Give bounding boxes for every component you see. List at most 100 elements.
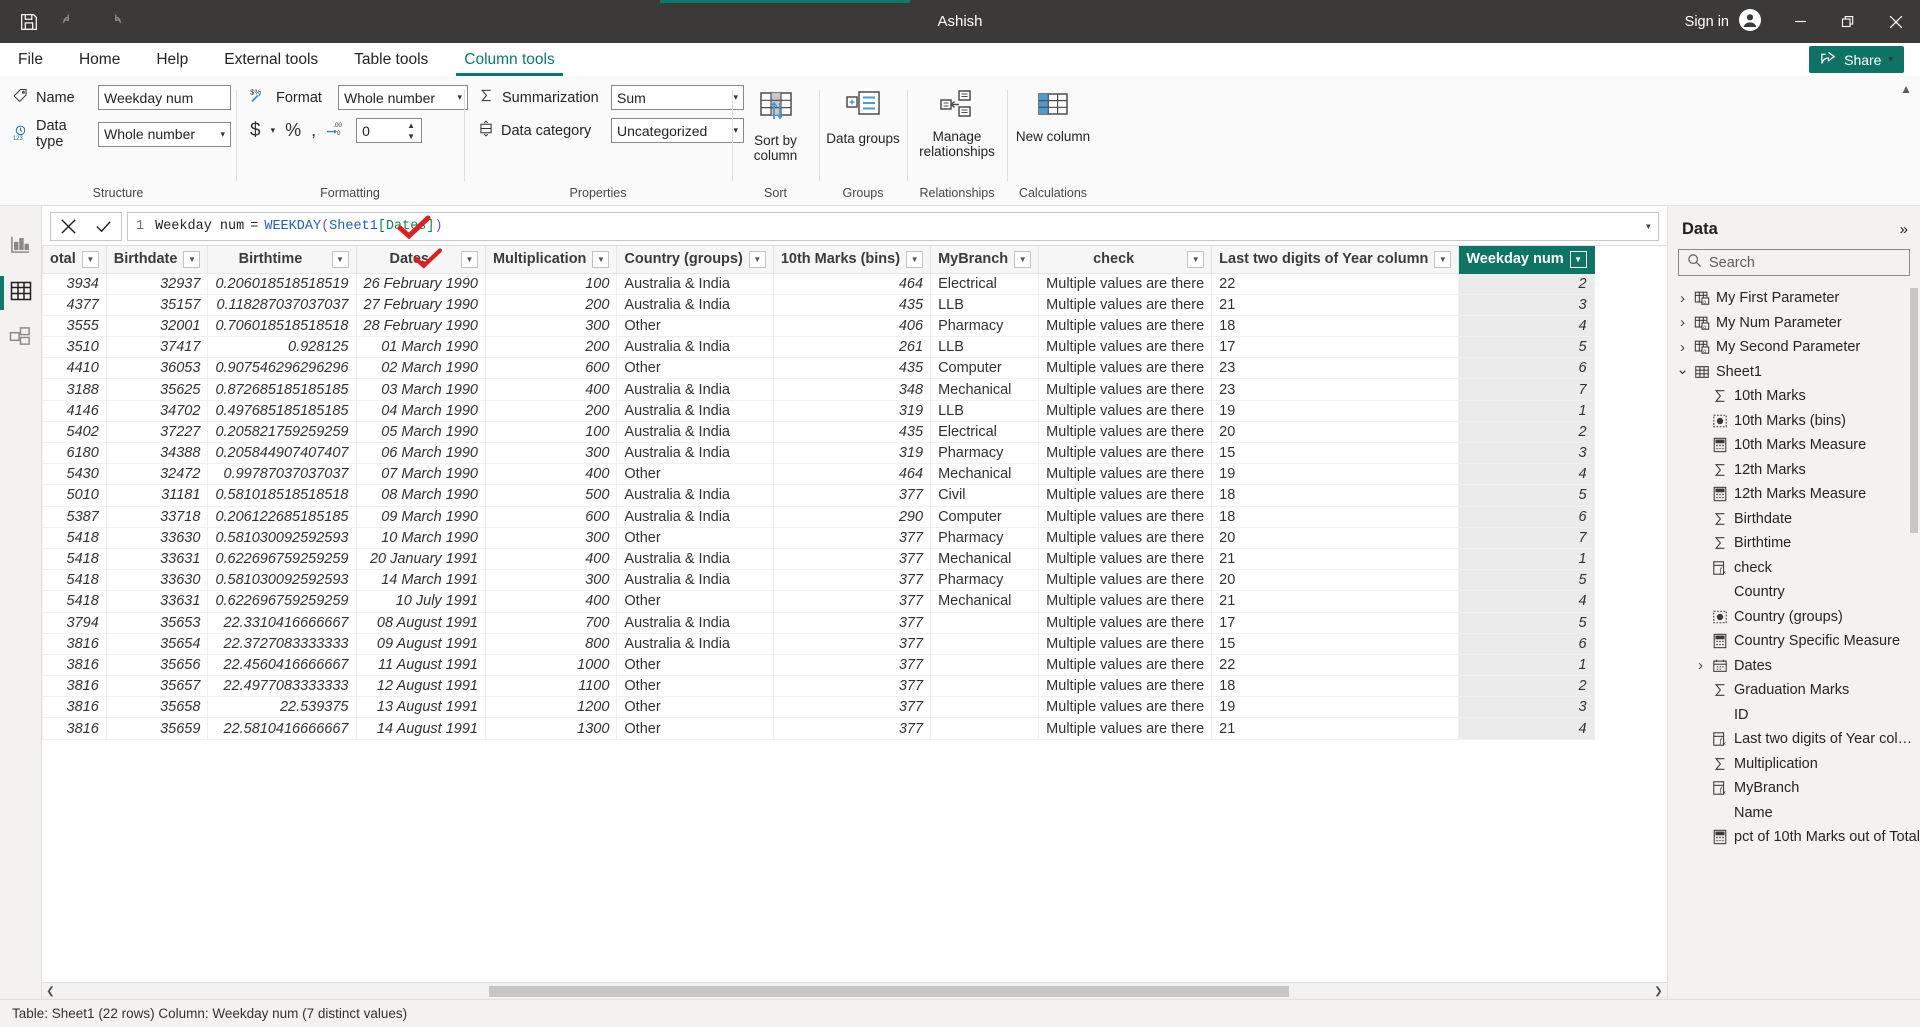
column-header-country-groups[interactable]: Country (groups)▼: [617, 246, 773, 273]
table-cell[interactable]: 377: [773, 527, 930, 548]
cancel-x-icon[interactable]: [51, 213, 86, 240]
column-header-check[interactable]: check▼: [1039, 246, 1212, 273]
table-cell[interactable]: 34388: [106, 443, 208, 464]
chevron-right-icon[interactable]: ›: [1674, 314, 1691, 331]
table-cell[interactable]: 15: [1212, 443, 1459, 464]
table-cell[interactable]: 1100: [485, 676, 616, 697]
table-cell[interactable]: Other: [617, 697, 773, 718]
table-cell[interactable]: 3188: [43, 379, 107, 400]
field-tree-item-country[interactable]: Country: [1668, 580, 1920, 605]
table-cell[interactable]: Computer: [931, 358, 1039, 379]
table-cell[interactable]: 200: [485, 294, 616, 315]
table-cell[interactable]: 5402: [43, 421, 107, 442]
field-tree-item-dates[interactable]: ›Dates: [1668, 654, 1920, 679]
table-cell[interactable]: 18: [1212, 315, 1459, 336]
table-cell[interactable]: Other: [617, 654, 773, 675]
formula-expand-chevron-icon[interactable]: ▾: [1645, 219, 1652, 234]
table-cell[interactable]: Other: [617, 527, 773, 548]
table-cell[interactable]: 20: [1212, 570, 1459, 591]
field-tree-item-birthtime[interactable]: Birthtime: [1668, 531, 1920, 556]
table-cell[interactable]: 377: [773, 718, 930, 739]
tab-file[interactable]: File: [0, 43, 61, 76]
table-cell[interactable]: 22: [1212, 654, 1459, 675]
table-cell[interactable]: Multiple values are there: [1039, 676, 1212, 697]
table-cell[interactable]: 3: [1459, 443, 1594, 464]
column-header-birthtime[interactable]: Birthtime▼: [208, 246, 356, 273]
table-cell[interactable]: 22.5810416666667: [208, 718, 356, 739]
table-cell[interactable]: 0.907546296296296: [208, 358, 356, 379]
field-tree-item-my-num-parameter[interactable]: ›aMy Num Parameter: [1668, 311, 1920, 336]
scroll-right-arrow-icon[interactable]: ❯: [1650, 986, 1667, 997]
restore-button[interactable]: [1824, 0, 1872, 43]
tab-column-tools[interactable]: Column tools: [446, 43, 572, 76]
table-cell[interactable]: 2: [1459, 273, 1594, 294]
table-cell[interactable]: 11 August 1991: [356, 654, 485, 675]
table-row[interactable]: 5418336300.58103009259259310 March 19903…: [43, 527, 1595, 548]
data-pane-vertical-scrollbar[interactable]: [1910, 288, 1918, 533]
table-cell[interactable]: [931, 633, 1039, 654]
table-cell[interactable]: 7: [1459, 379, 1594, 400]
table-cell[interactable]: 37417: [106, 337, 208, 358]
table-row[interactable]: 38163565622.456041666666711 August 19911…: [43, 654, 1595, 675]
table-cell[interactable]: 377: [773, 591, 930, 612]
table-cell[interactable]: Mechanical: [931, 591, 1039, 612]
table-cell[interactable]: 1000: [485, 654, 616, 675]
table-cell[interactable]: 600: [485, 358, 616, 379]
table-cell[interactable]: Mechanical: [931, 379, 1039, 400]
table-cell[interactable]: 34702: [106, 400, 208, 421]
tab-table-tools[interactable]: Table tools: [336, 43, 446, 76]
table-row[interactable]: 5418336310.62269675925925920 January 199…: [43, 548, 1595, 569]
table-cell[interactable]: 377: [773, 612, 930, 633]
table-cell[interactable]: 0.99787037037037: [208, 464, 356, 485]
table-row[interactable]: 5010311810.58101851851851808 March 19905…: [43, 485, 1595, 506]
table-cell[interactable]: 5010: [43, 485, 107, 506]
table-cell[interactable]: 4410: [43, 358, 107, 379]
table-cell[interactable]: 33630: [106, 570, 208, 591]
scroll-left-arrow-icon[interactable]: ❮: [42, 986, 59, 997]
manage-relationships-button[interactable]: Manage relationships: [908, 85, 1006, 159]
table-cell[interactable]: 21: [1212, 548, 1459, 569]
table-cell[interactable]: Multiple values are there: [1039, 718, 1212, 739]
column-filter-chevron-icon[interactable]: ▼: [1187, 251, 1204, 268]
table-cell[interactable]: LLB: [931, 337, 1039, 358]
table-cell[interactable]: 3: [1459, 294, 1594, 315]
table-cell[interactable]: 02 March 1990: [356, 358, 485, 379]
table-cell[interactable]: Australia & India: [617, 421, 773, 442]
name-input[interactable]: Weekday num: [98, 85, 231, 110]
column-filter-chevron-icon[interactable]: ▼: [82, 251, 99, 268]
summarization-select[interactable]: Sum ▾: [611, 85, 744, 110]
table-cell[interactable]: Multiple values are there: [1039, 591, 1212, 612]
table-cell[interactable]: 01 March 1990: [356, 337, 485, 358]
table-cell[interactable]: 22.4977083333333: [208, 676, 356, 697]
chevron-double-right-icon[interactable]: »: [1900, 221, 1908, 238]
table-cell[interactable]: 464: [773, 273, 930, 294]
table-cell[interactable]: 400: [485, 591, 616, 612]
field-tree-item-12th-marks[interactable]: 12th Marks: [1668, 458, 1920, 483]
column-header-10th-marks-bins[interactable]: 10th Marks (bins)▼: [773, 246, 930, 273]
table-cell[interactable]: 03 March 1990: [356, 379, 485, 400]
table-cell[interactable]: 3934: [43, 273, 107, 294]
table-cell[interactable]: 2: [1459, 421, 1594, 442]
table-cell[interactable]: 35653: [106, 612, 208, 633]
table-cell[interactable]: 04 March 1990: [356, 400, 485, 421]
column-filter-chevron-icon[interactable]: ▼: [906, 251, 923, 268]
table-cell[interactable]: Multiple values are there: [1039, 294, 1212, 315]
tab-home[interactable]: Home: [61, 43, 138, 76]
table-cell[interactable]: 5: [1459, 570, 1594, 591]
table-cell[interactable]: 0.581030092592593: [208, 570, 356, 591]
decimal-places-icon[interactable]: .00 0: [326, 119, 346, 142]
field-tree-item-mybranch[interactable]: fxMyBranch: [1668, 776, 1920, 801]
table-cell[interactable]: 27 February 1990: [356, 294, 485, 315]
field-tree-item-country-groups[interactable]: Country (groups): [1668, 605, 1920, 630]
table-cell[interactable]: 35625: [106, 379, 208, 400]
table-cell[interactable]: Electrical: [931, 273, 1039, 294]
table-cell[interactable]: 08 March 1990: [356, 485, 485, 506]
table-cell[interactable]: Multiple values are there: [1039, 273, 1212, 294]
table-cell[interactable]: Multiple values are there: [1039, 421, 1212, 442]
field-tree-item-country-specific-measure[interactable]: Country Specific Measure: [1668, 629, 1920, 654]
table-cell[interactable]: 100: [485, 421, 616, 442]
table-cell[interactable]: 0.205844907407407: [208, 443, 356, 464]
table-cell[interactable]: 18: [1212, 506, 1459, 527]
column-filter-chevron-icon[interactable]: ▼: [1434, 251, 1451, 268]
table-cell[interactable]: 33631: [106, 591, 208, 612]
